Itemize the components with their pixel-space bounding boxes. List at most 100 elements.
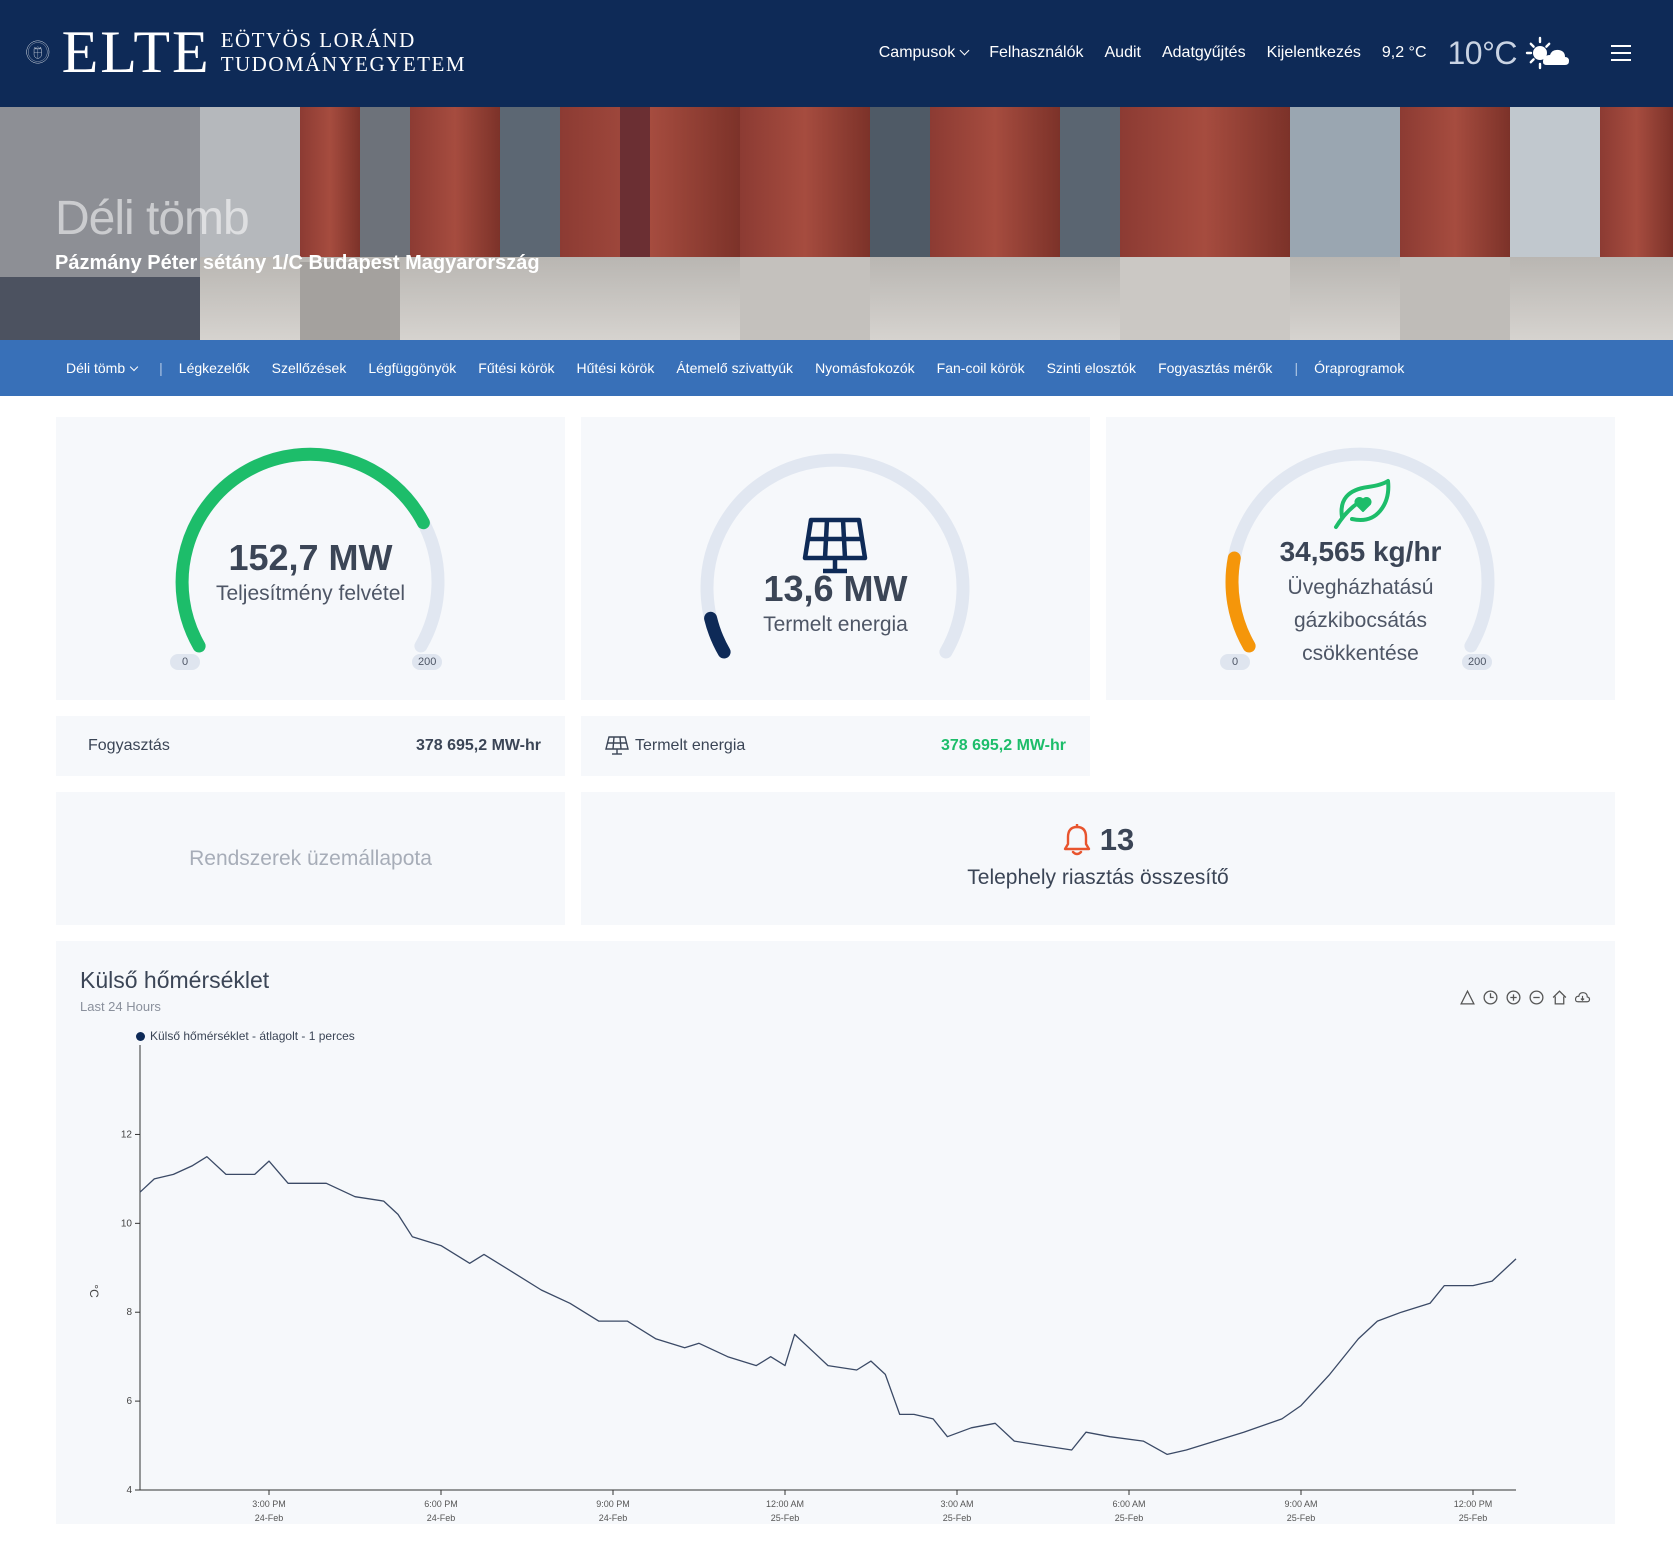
system-status-label: Rendszerek üzemállapota (189, 846, 432, 870)
emission-label: Üvegházhatású gázkibocsátás csökkentése (1106, 571, 1615, 670)
subnav-oraprogramok[interactable]: Óraprogramok (1314, 360, 1404, 376)
x-tick-time: 9:00 PM (596, 1499, 630, 1509)
emission-min-badge: 0 (1220, 654, 1250, 670)
subnav-divider: | (159, 360, 163, 376)
legend-label: Külső hőmérséklet - átlagolt - 1 perces (150, 1029, 355, 1043)
subnav-szellozesek[interactable]: Szellőzések (272, 360, 347, 376)
zoom-in-icon[interactable] (1505, 989, 1522, 1006)
zoom-out-icon[interactable] (1528, 989, 1545, 1006)
sun-cloud-icon (1525, 36, 1569, 70)
x-tick-time: 12:00 PM (1454, 1499, 1493, 1509)
x-tick-date: 25-Feb (1115, 1513, 1144, 1523)
x-tick-date: 25-Feb (943, 1513, 972, 1523)
production-row-title: Termelt energia (605, 736, 745, 756)
logo-line-2: TUDOMÁNYEGYETEM (220, 52, 466, 76)
chart-subtitle: Last 24 Hours (80, 999, 161, 1014)
emission-label-line-1: Üvegházhatású (1287, 576, 1434, 599)
subnav-fan-coil-korok[interactable]: Fan-coil körök (937, 360, 1025, 376)
production-row: Termelt energia 378 695,2 MW-hr (581, 716, 1090, 776)
x-tick-date: 24-Feb (427, 1513, 456, 1523)
x-tick-time: 9:00 AM (1284, 1499, 1317, 1509)
alarm-summary-card[interactable]: 13 Telephely riasztás összesítő (581, 792, 1615, 925)
y-axis-label: °C (87, 1284, 101, 1298)
power-label: Teljesítmény felvétel (215, 582, 406, 605)
chart-title: Külső hőmérséklet (80, 967, 270, 993)
production-label: Termelt energia (763, 613, 908, 636)
subnav-legfuggonyok[interactable]: Légfüggönyök (368, 360, 456, 376)
download-icon[interactable] (1574, 989, 1591, 1006)
emission-value: 34,565 kg/hr (1279, 536, 1442, 567)
temperature-chart-card: 4 6 8 10 12 °C 3:00 PM 24-Feb 6:00 PM 24-Feb 9:00 … (56, 941, 1615, 1524)
emission-max-badge: 200 (1462, 654, 1493, 670)
subnav-hutesi-korok[interactable]: Hűtési körök (577, 360, 655, 376)
power-value: 152,7 MW (228, 537, 393, 578)
consumption-value: 378 695,2 MW-hr (415, 737, 541, 754)
top-navigation: Campusok Felhasználók Audit Adatgyűjtés … (878, 35, 1673, 71)
x-tick-date: 24-Feb (599, 1513, 628, 1523)
y-tick-label: 6 (126, 1396, 132, 1407)
consumption-label: Fogyasztás (88, 737, 170, 754)
x-tick-date: 25-Feb (771, 1513, 800, 1523)
alarm-label: Telephely riasztás összesítő (967, 866, 1229, 889)
temperature-series-line (139, 1156, 1517, 1456)
gauge-card-power: 152,7 MW Teljesítmény felvétel 0 200 (56, 417, 565, 700)
subnav-atemelo-szivattyuk[interactable]: Átemelő szivattyúk (676, 360, 793, 376)
y-tick-label: 10 (121, 1218, 133, 1229)
subnav-building-select[interactable]: Déli tömb (66, 360, 139, 376)
nav-campusok[interactable]: Campusok (878, 44, 970, 62)
page-title: Déli tömb (55, 192, 250, 245)
solar-panel-icon (605, 736, 629, 755)
top-bar: ELTE EÖTVÖS LORÁND TUDOMÁNYEGYETEM Campu… (0, 0, 1673, 107)
chart-toolbar (1459, 989, 1591, 1006)
x-tick-time: 12:00 AM (766, 1499, 804, 1509)
gauge-card-production: 13,6 MW Termelt energia (581, 417, 1090, 700)
y-tick-label: 12 (121, 1129, 133, 1140)
produced-value: 378 695,2 MW-hr (940, 737, 1066, 754)
home-icon[interactable] (1551, 989, 1568, 1006)
gauge-card-emission: 34,565 kg/hr Üvegházhatású gázkibocsátás… (1106, 417, 1615, 700)
chevron-down-icon (129, 362, 139, 372)
triangle-icon[interactable] (1459, 989, 1476, 1006)
x-tick-time: 3:00 PM (252, 1499, 286, 1509)
indoor-temperature: 9,2 °C (1381, 44, 1427, 61)
nav-audit[interactable]: Audit (1105, 44, 1141, 62)
hamburger-icon[interactable] (1611, 45, 1631, 61)
subnav-divider: | (1294, 360, 1299, 376)
x-tick-time: 6:00 AM (1112, 1499, 1145, 1509)
y-tick-label: 4 (126, 1485, 132, 1496)
logo-wordmark: ELTE (61, 19, 211, 85)
production-value: 13,6 MW (763, 568, 908, 609)
subnav-fogyasztas-merok[interactable]: Fogyasztás mérők (1158, 360, 1272, 376)
elte-logo[interactable]: ELTE EÖTVÖS LORÁND TUDOMÁNYEGYETEM (26, 12, 466, 92)
hero-banner: Déli tömb Pázmány Péter sétány 1/C Budap… (0, 107, 1673, 340)
nav-kijelentkezes[interactable]: Kijelentkezés (1267, 44, 1361, 62)
alarm-count: 13 (1099, 822, 1135, 857)
logo-subtitle: EÖTVÖS LORÁND TUDOMÁNYEGYETEM (221, 28, 466, 76)
emission-label-line-3: csökkentése (1302, 642, 1419, 665)
power-min-badge: 0 (170, 654, 200, 670)
subnav-nyomasfokozok[interactable]: Nyomásfokozók (815, 360, 915, 376)
system-status-card[interactable]: Rendszerek üzemállapota (56, 792, 565, 925)
building-photo (0, 107, 1673, 340)
nav-adatgyujtes[interactable]: Adatgyűjtés (1162, 44, 1246, 62)
chart-legend[interactable]: Külső hőmérséklet - átlagolt - 1 perces (136, 1029, 355, 1043)
emission-label-line-2: gázkibocsátás (1293, 609, 1428, 632)
building-address: Pázmány Péter sétány 1/C Budapest Magyar… (55, 252, 540, 274)
subnav-futesi-korok[interactable]: Fűtési körök (478, 360, 554, 376)
consumption-row: Fogyasztás 378 695,2 MW-hr (56, 716, 565, 776)
bell-icon (1063, 824, 1090, 856)
logo-line-1: EÖTVÖS LORÁND (220, 28, 416, 52)
produced-label: Termelt energia (635, 737, 746, 754)
nav-felhasznalok[interactable]: Felhasználók (989, 44, 1083, 62)
nav-campusok-label: Campusok (878, 44, 956, 61)
clock-icon[interactable] (1482, 989, 1499, 1006)
legend-marker (136, 1031, 145, 1041)
y-tick-label: 8 (126, 1307, 132, 1318)
x-tick-date: 25-Feb (1459, 1513, 1488, 1523)
subnav-building-label: Déli tömb (66, 360, 126, 376)
alarm-header: 13 (581, 822, 1615, 858)
subnav-szinti-elosztok[interactable]: Szinti elosztók (1047, 360, 1136, 376)
subnav-legkezelok[interactable]: Légkezelők (179, 360, 250, 376)
x-tick-time: 6:00 PM (424, 1499, 458, 1509)
leaf-heart-icon (1334, 479, 1391, 529)
